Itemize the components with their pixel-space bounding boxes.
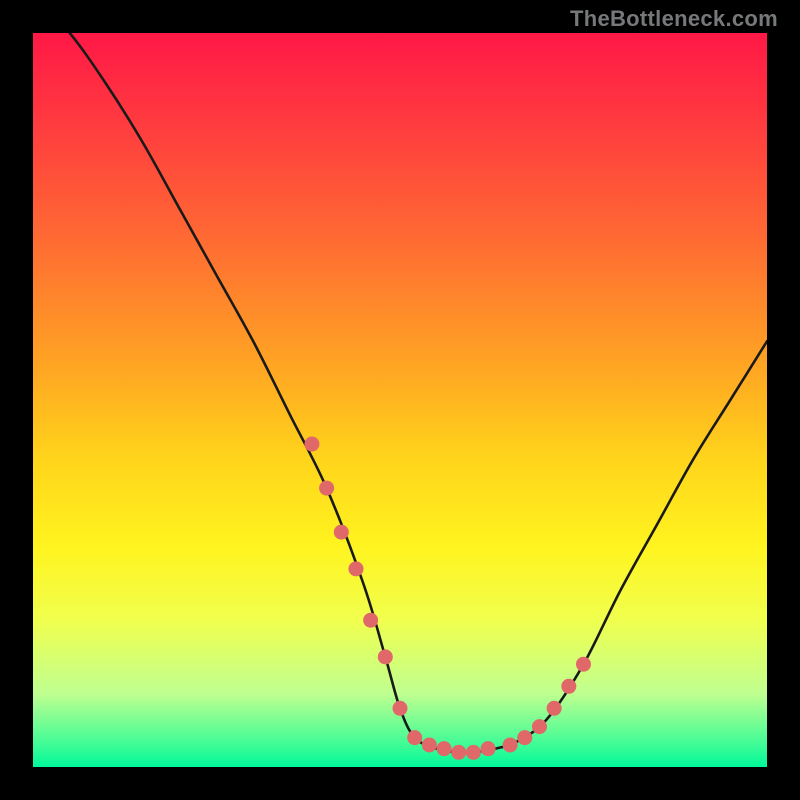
chart-container: TheBottleneck.com [0,0,800,800]
bottleneck-curve [33,33,767,753]
curve-overlay [33,33,767,767]
data-marker [481,741,496,756]
data-marker [576,657,591,672]
data-marker [451,745,466,760]
data-marker [319,481,334,496]
data-marker [393,701,408,716]
data-marker [561,679,576,694]
data-marker [547,701,562,716]
data-marker [363,613,378,628]
data-marker [517,730,532,745]
data-marker [378,649,393,664]
data-marker [348,561,363,576]
plot-area [33,33,767,767]
data-marker [422,737,437,752]
watermark-text: TheBottleneck.com [570,6,778,32]
data-marker [437,741,452,756]
data-marker [334,525,349,540]
data-marker [466,745,481,760]
data-marker [532,719,547,734]
data-marker [503,737,518,752]
data-marker [407,730,422,745]
data-marker [304,437,319,452]
